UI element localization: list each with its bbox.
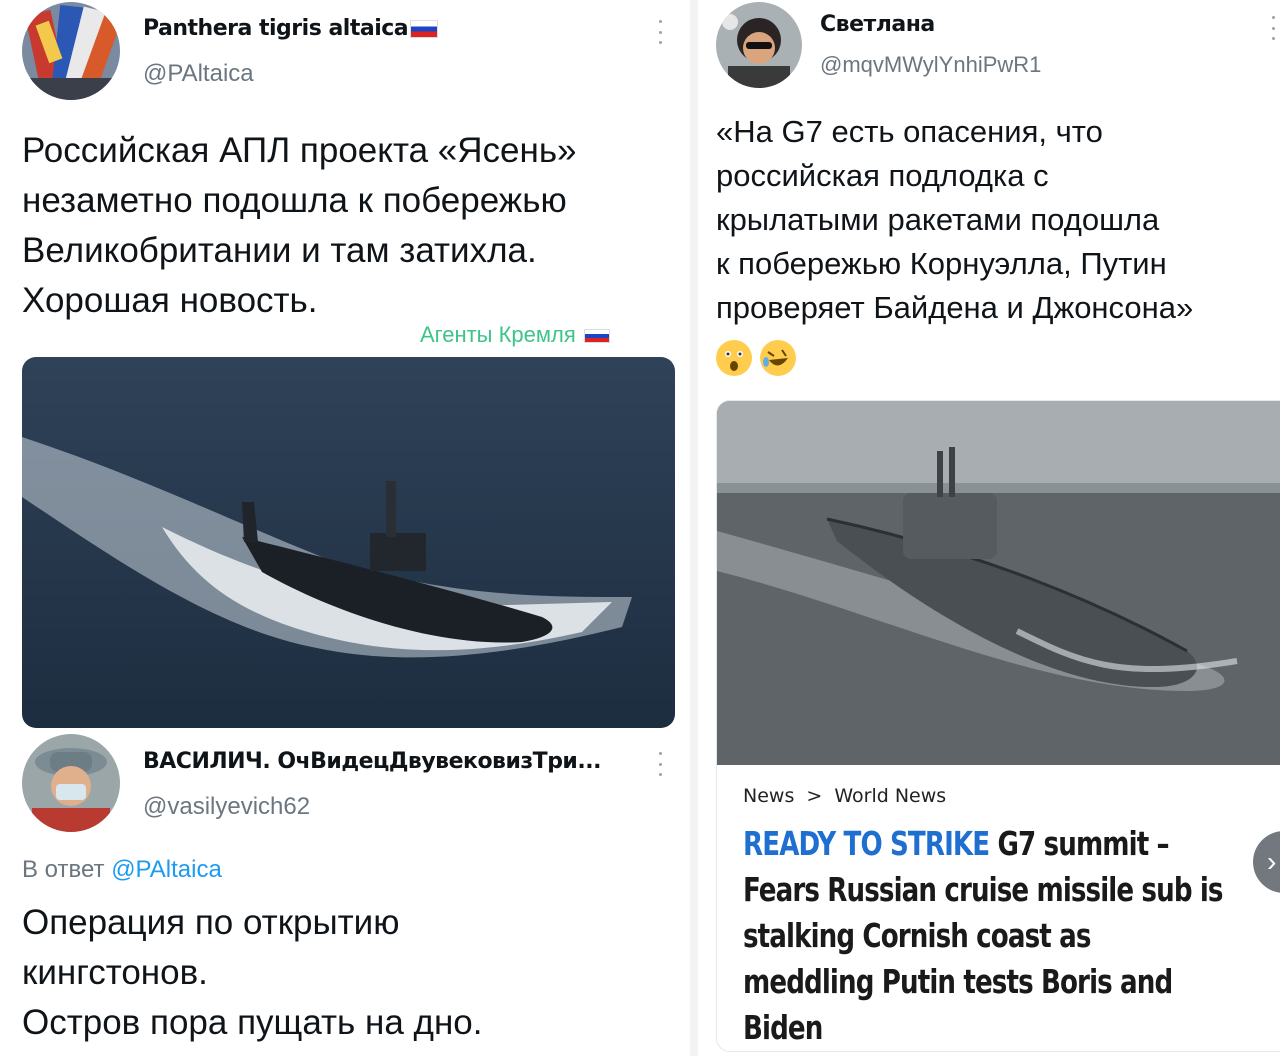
headline-accent: READY TO STRIKE [743, 824, 990, 863]
author-name[interactable]: Светлана [820, 12, 935, 37]
tweet-line: Остров пора пущать на дно. [22, 1003, 483, 1042]
tweet-line: проверяет Байдена и Джонсона» [716, 290, 1194, 325]
author-name[interactable]: Panthera tigris altaica [143, 16, 439, 41]
left-column: Panthera tigris altaica @PAltaica Россий… [0, 0, 690, 1056]
tweet-line: Хорошая новость. [22, 281, 318, 320]
tweet-text: Российская АПЛ проекта «Ясень» незаметно… [22, 126, 577, 326]
avatar[interactable] [22, 2, 120, 100]
breadcrumb-world-news[interactable]: World News [834, 785, 946, 807]
tweet-line: к побережью Корнуэлла, Путин [716, 246, 1167, 281]
rolling-laughing-icon [760, 339, 796, 376]
russia-flag-icon [410, 20, 439, 38]
tweet-text: «На G7 есть опасения, что российская под… [716, 110, 1193, 378]
russia-flag-icon [583, 329, 610, 344]
watermark-text: Агенты Кремля [420, 322, 576, 347]
tweet-line: российская подлодка с [716, 158, 1049, 193]
headline-line: G7 summit – [989, 824, 1169, 863]
tweet-line: «На G7 есть опасения, что [716, 114, 1103, 149]
submarine-photo[interactable] [22, 357, 675, 728]
tweet-line: Российская АПЛ проекта «Ясень» [22, 131, 577, 170]
headline-line: stalking Cornish coast as [743, 916, 1091, 955]
author-name-text: Panthera tigris altaica [143, 16, 409, 41]
reply-handle-link[interactable]: @PAltaica [111, 856, 222, 883]
author-handle[interactable]: @vasilyevich62 [143, 793, 310, 821]
tweet-line: Великобритании и там затихла. [22, 231, 537, 270]
headline-line: meddling Putin tests Boris and [743, 962, 1173, 1001]
astonished-face-icon [716, 339, 752, 376]
more-options-icon[interactable] [1270, 16, 1276, 40]
author-handle[interactable]: @PAltaica [143, 60, 254, 88]
breadcrumb-separator-icon: > [806, 785, 823, 807]
tweet-line: кингстонов. [22, 953, 208, 992]
column-divider [690, 0, 698, 1056]
author-name[interactable]: ВАСИЛИЧ. ОчВидецДвувековизТри... [143, 749, 601, 774]
watermark: Агенты Кремля [420, 322, 610, 348]
right-column: Светлана @mqvMWylYnhiPwR1 «На G7 есть оп… [698, 0, 1280, 1056]
headline-line: Fears Russian cruise missile sub is [743, 870, 1223, 909]
emoji-row [716, 334, 1193, 378]
tweet-text: Операция по открытию кингстонов. Остров … [22, 898, 482, 1048]
tweet-line: незаметно подошла к побережью [22, 181, 567, 220]
avatar[interactable] [22, 734, 120, 832]
headline-line: Biden [743, 1008, 823, 1047]
card-photo [717, 401, 1280, 765]
breadcrumb: News > World News [743, 785, 946, 807]
reply-prefix: В ответ [22, 856, 105, 883]
tweet-line: крылатыми ракетами подошла [716, 202, 1160, 237]
reply-context: В ответ @PAltaica [22, 856, 222, 884]
article-headline[interactable]: READY TO STRIKE G7 summit – Fears Russia… [743, 821, 1223, 1051]
tweet-line: Операция по открытию [22, 903, 400, 942]
avatar[interactable] [716, 2, 802, 88]
link-card[interactable]: › News > World News READY TO STRIKE G7 s… [716, 400, 1280, 1052]
author-handle[interactable]: @mqvMWylYnhiPwR1 [820, 52, 1041, 78]
breadcrumb-news[interactable]: News [743, 785, 794, 807]
more-options-icon[interactable] [657, 752, 663, 776]
chevron-right-icon: › [1267, 846, 1277, 877]
next-arrow-button[interactable]: › [1253, 831, 1280, 893]
more-options-icon[interactable] [657, 20, 663, 44]
